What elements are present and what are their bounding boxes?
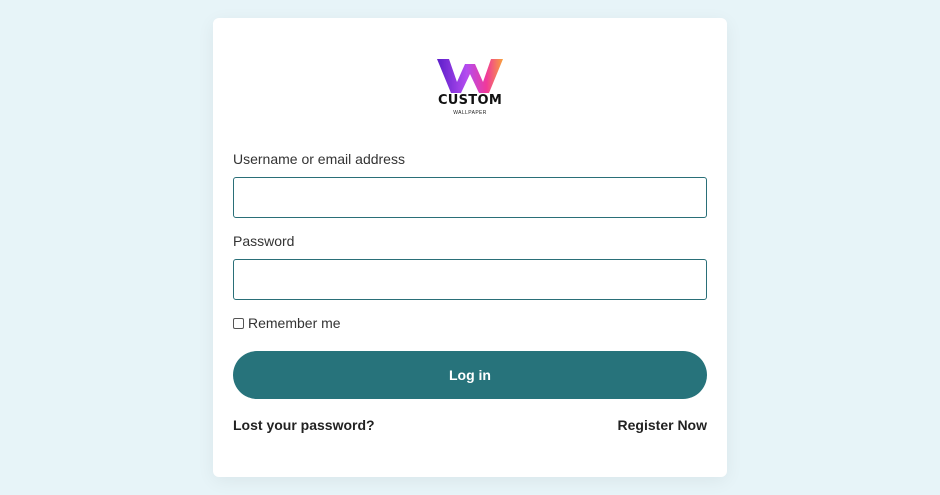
remember-checkbox[interactable] [233,317,244,329]
logo-title: CUSTOM [437,93,503,108]
password-input[interactable] [233,259,707,300]
login-card: CUSTOM WALLPAPER Username or email addre… [213,18,727,477]
password-label: Password [233,233,295,249]
brand-logo: CUSTOM WALLPAPER [435,56,505,122]
lost-password-link[interactable]: Lost your password? [233,417,375,433]
login-button[interactable]: Log in [233,351,707,399]
w-logo-icon [437,59,503,93]
remember-label: Remember me [248,315,341,331]
username-label: Username or email address [233,151,405,167]
remember-me[interactable]: Remember me [233,315,341,331]
username-input[interactable] [233,177,707,218]
register-link[interactable]: Register Now [618,417,707,433]
logo-subtitle: WALLPAPER [453,110,487,116]
